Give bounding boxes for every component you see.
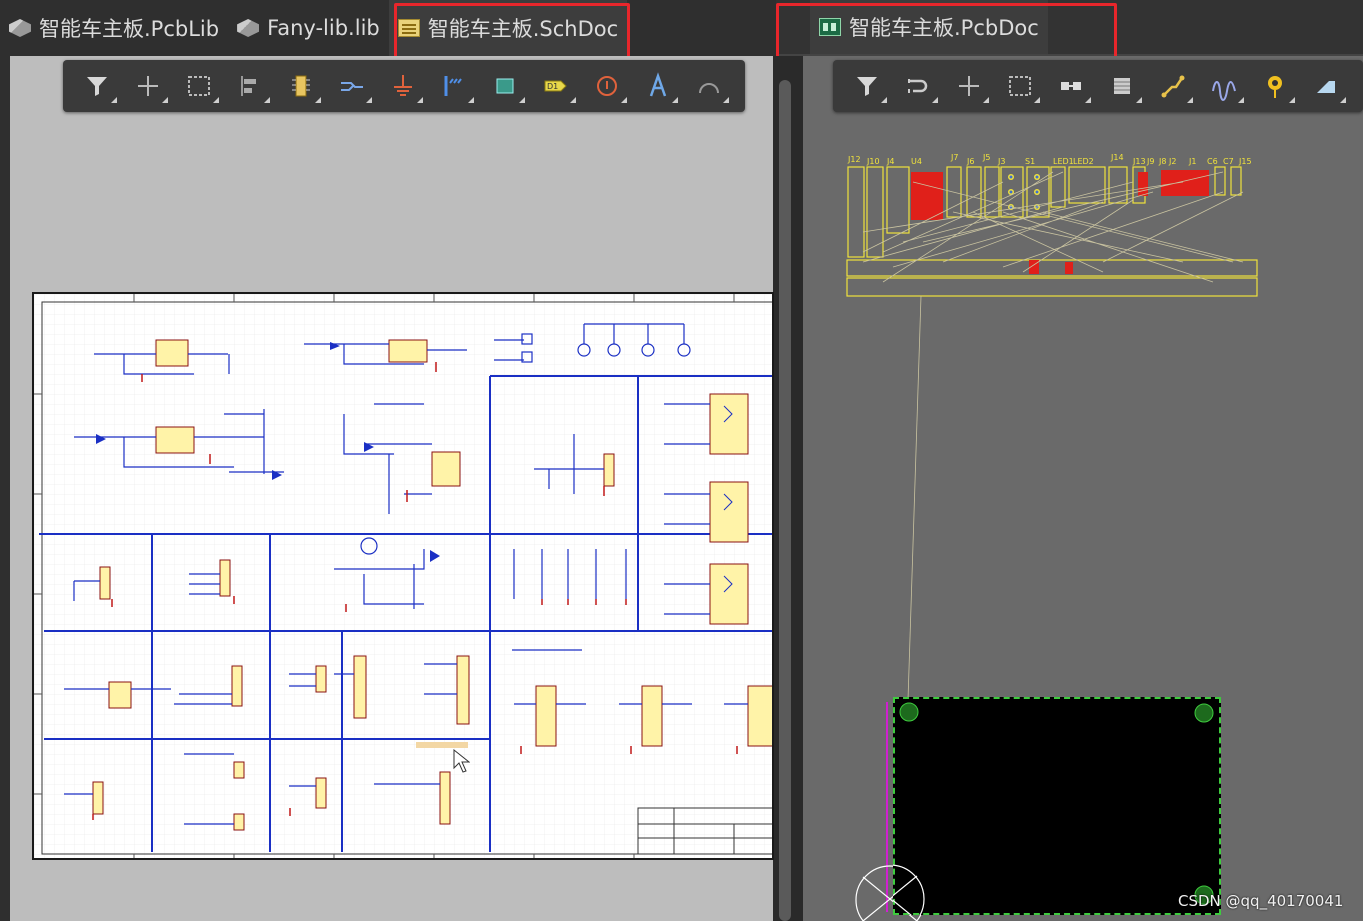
route-interactive-icon[interactable] bbox=[892, 64, 943, 108]
schlib-icon bbox=[237, 19, 260, 37]
watermark: CSDN @qq_40170041 bbox=[1178, 892, 1344, 910]
place-cross-icon[interactable] bbox=[943, 64, 994, 108]
place-fill-icon[interactable] bbox=[1300, 64, 1351, 108]
place-via-icon[interactable] bbox=[1249, 64, 1300, 108]
pcb-label: C6 bbox=[1207, 157, 1218, 166]
align-icon[interactable] bbox=[1045, 64, 1096, 108]
tab-fany-lib-label: Fany-lib.lib bbox=[267, 16, 380, 40]
pcblib-icon bbox=[9, 19, 31, 37]
align-icon[interactable] bbox=[224, 64, 275, 108]
tab-pcbdoc[interactable]: 智能车主板.PcbDoc bbox=[810, 0, 1048, 54]
pcb-tab-bar: 智能车主板.PcbDoc bbox=[776, 0, 1363, 56]
place-component-icon[interactable] bbox=[1096, 64, 1147, 108]
pcb-label: U4 bbox=[911, 157, 922, 166]
length-tune-icon[interactable] bbox=[1198, 64, 1249, 108]
pcb-label: C7 bbox=[1223, 157, 1234, 166]
schematic-active-bar: D1 bbox=[63, 60, 745, 112]
tab-fany-lib[interactable]: Fany-lib.lib bbox=[228, 0, 389, 56]
select-rect-icon[interactable] bbox=[173, 64, 224, 108]
pcb-label: J13 bbox=[1132, 157, 1146, 166]
place-text-icon[interactable] bbox=[632, 64, 683, 108]
tab-pcblib[interactable]: 智能车主板.PcbLib bbox=[0, 0, 228, 56]
pcb-label: J8 bbox=[1158, 157, 1166, 166]
place-part-icon[interactable] bbox=[275, 64, 326, 108]
pcb-label: J14 bbox=[1110, 153, 1124, 162]
filter-icon[interactable] bbox=[71, 64, 122, 108]
tab-pcbdoc-label: 智能车主板.PcbDoc bbox=[849, 16, 1039, 40]
pcb-label: J6 bbox=[966, 157, 974, 166]
place-harness-icon[interactable] bbox=[479, 64, 530, 108]
power-port-icon[interactable] bbox=[377, 64, 428, 108]
schdoc-icon bbox=[397, 19, 420, 37]
mouse-cursor-icon bbox=[453, 748, 470, 773]
net-label-icon[interactable]: D1 bbox=[530, 64, 581, 108]
pcb-label: J10 bbox=[866, 157, 880, 166]
schematic-sheet[interactable] bbox=[32, 292, 774, 860]
vertical-scrollbar[interactable] bbox=[779, 80, 791, 921]
pcb-label: LED1 bbox=[1053, 157, 1074, 166]
svg-text:D1: D1 bbox=[547, 82, 558, 91]
place-parameter-icon[interactable] bbox=[581, 64, 632, 108]
pcb-label: J1 bbox=[1188, 157, 1196, 166]
select-rect-icon[interactable] bbox=[994, 64, 1045, 108]
left-edge bbox=[0, 56, 10, 921]
pcb-label: J15 bbox=[1238, 157, 1252, 166]
place-bus-icon[interactable] bbox=[428, 64, 479, 108]
pcb-label: J5 bbox=[982, 153, 990, 162]
pcb-label: J4 bbox=[886, 157, 894, 166]
place-arc-icon[interactable] bbox=[683, 64, 734, 108]
schematic-drawing bbox=[34, 294, 772, 858]
pcbdoc-icon bbox=[819, 18, 841, 36]
pcb-label: J2 bbox=[1168, 157, 1176, 166]
pcb-label: S1 bbox=[1025, 157, 1035, 166]
pcb-board-holes bbox=[893, 702, 1214, 915]
tab-schdoc-label: 智能车主板.SchDoc bbox=[427, 17, 619, 41]
pcb-label: LED2 bbox=[1073, 157, 1094, 166]
pcb-labels: J12 J10 J4 U4 J7 J6 J5 J3 S1 LED1 LED2 J… bbox=[847, 153, 1252, 166]
pcb-label: J7 bbox=[950, 153, 958, 162]
pcb-label: J3 bbox=[997, 157, 1005, 166]
place-cross-icon[interactable] bbox=[122, 64, 173, 108]
tab-pcblib-label: 智能车主板.PcbLib bbox=[39, 17, 220, 41]
filter-icon[interactable] bbox=[841, 64, 892, 108]
place-wire-icon[interactable] bbox=[326, 64, 377, 108]
pcb-label: J9 bbox=[1146, 157, 1154, 166]
route-trace-icon[interactable] bbox=[1147, 64, 1198, 108]
tab-schdoc[interactable]: 智能车主板.SchDoc bbox=[388, 0, 628, 56]
pcb-active-bar bbox=[833, 60, 1363, 112]
schematic-tab-bar: 智能车主板.PcbLib Fany-lib.lib 智能车主板.SchDoc bbox=[0, 0, 776, 56]
pcb-label: J12 bbox=[847, 155, 861, 164]
